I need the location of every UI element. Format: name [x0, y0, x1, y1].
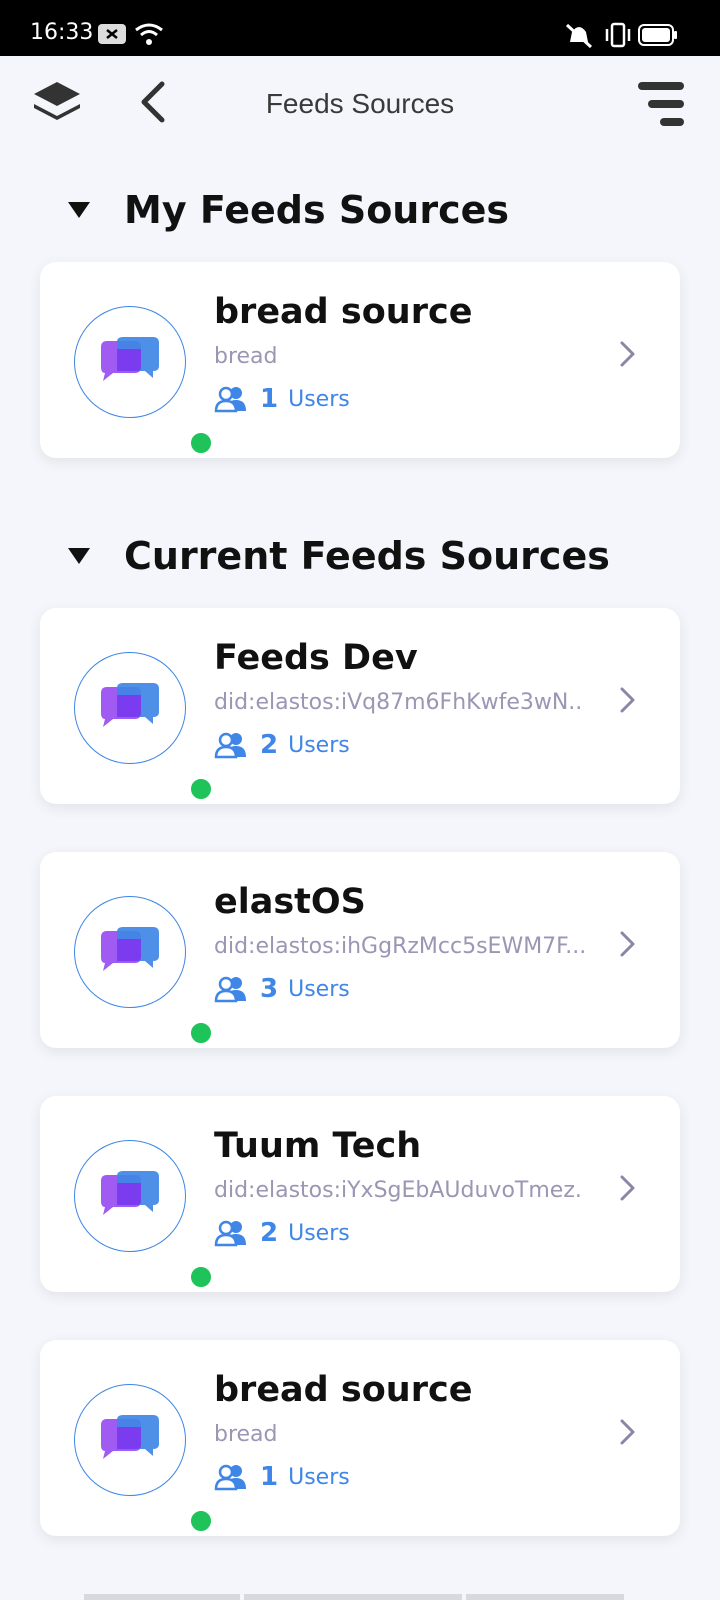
chat-bubbles-icon	[101, 1171, 159, 1215]
bottom-tab-bar-segment	[84, 1594, 240, 1600]
online-indicator	[189, 1509, 213, 1533]
users-count: 1	[260, 1462, 279, 1492]
feed-name: bread source	[214, 292, 473, 332]
page-title: Feeds Sources	[265, 88, 455, 119]
users-count: 1	[260, 384, 279, 414]
feed-source-card[interactable]: Feeds Dev did:elastos:iVq87m6FhKwfe3wN..…	[40, 608, 680, 804]
status-bar: 16:33	[0, 0, 720, 56]
feed-name: Feeds Dev	[214, 638, 418, 678]
feed-name: Tuum Tech	[214, 1126, 422, 1166]
users-label: Users	[288, 976, 350, 1002]
battery-icon	[638, 24, 678, 51]
feed-users: 2 Users	[214, 1218, 350, 1248]
online-indicator	[189, 777, 213, 801]
users-icon	[214, 1464, 246, 1491]
chat-bubbles-icon	[101, 927, 159, 971]
feed-source-card[interactable]: bread source bread 1 Users	[40, 262, 680, 458]
feed-subtitle: did:elastos:ihGgRzMcc5sEWM7F...	[214, 934, 584, 959]
my-feeds-sources-header[interactable]: My Feeds Sources	[68, 188, 509, 232]
collapse-arrow-icon[interactable]	[68, 202, 90, 218]
feed-avatar	[74, 306, 213, 455]
chat-bubbles-icon	[101, 1415, 159, 1459]
users-label: Users	[288, 386, 350, 412]
users-icon	[214, 976, 246, 1003]
users-count: 2	[260, 730, 279, 760]
chat-bubbles-icon	[101, 683, 159, 727]
users-icon	[214, 386, 246, 413]
feed-subtitle: bread	[214, 344, 278, 369]
vibrate-icon	[604, 22, 632, 53]
feed-name: elastOS	[214, 882, 366, 922]
chevron-right-icon[interactable]	[618, 686, 638, 719]
users-label: Users	[288, 1464, 350, 1490]
menu-icon[interactable]	[636, 80, 686, 135]
chevron-right-icon[interactable]	[618, 1418, 638, 1451]
feed-users: 3 Users	[214, 974, 350, 1004]
feed-source-card[interactable]: bread source bread 1 Users	[40, 1340, 680, 1536]
feed-avatar	[74, 896, 213, 1045]
section-title: My Feeds Sources	[124, 188, 510, 232]
feed-source-card[interactable]: elastOS did:elastos:ihGgRzMcc5sEWM7F... …	[40, 852, 680, 1048]
users-label: Users	[288, 1220, 350, 1246]
bottom-tab-bar-segment	[244, 1594, 462, 1600]
notification-icon	[98, 24, 126, 49]
feed-source-card[interactable]: Tuum Tech did:elastos:iYxSgEbAUduvoTmez.…	[40, 1096, 680, 1292]
feed-users: 1 Users	[214, 1462, 350, 1492]
feed-users: 2 Users	[214, 730, 350, 760]
chevron-right-icon[interactable]	[618, 930, 638, 963]
wifi-icon	[134, 22, 164, 51]
feed-subtitle: did:elastos:iVq87m6FhKwfe3wN...	[214, 690, 584, 715]
users-icon	[214, 732, 246, 759]
feed-name: bread source	[214, 1370, 473, 1410]
online-indicator	[189, 1021, 213, 1045]
section-title: Current Feeds Sources	[124, 534, 610, 578]
users-count: 3	[260, 974, 279, 1004]
users-icon	[214, 1220, 246, 1247]
users-label: Users	[288, 732, 350, 758]
status-time: 16:33	[30, 20, 94, 45]
collapse-arrow-icon[interactable]	[68, 548, 90, 564]
chevron-right-icon[interactable]	[618, 340, 638, 373]
feed-avatar	[74, 652, 213, 801]
feed-avatar	[74, 1384, 213, 1533]
current-feeds-sources-header[interactable]: Current Feeds Sources	[68, 534, 610, 578]
feed-users: 1 Users	[214, 384, 350, 414]
feed-subtitle: did:elastos:iYxSgEbAUduvoTmez...	[214, 1178, 584, 1203]
online-indicator	[189, 431, 213, 455]
bottom-tab-bar-segment	[466, 1594, 624, 1600]
feed-subtitle: bread	[214, 1422, 278, 1447]
chat-bubbles-icon	[101, 337, 159, 381]
online-indicator	[189, 1265, 213, 1289]
mute-vibrate-icon	[564, 22, 594, 53]
users-count: 2	[260, 1218, 279, 1248]
feed-avatar	[74, 1140, 213, 1289]
chevron-right-icon[interactable]	[618, 1174, 638, 1207]
